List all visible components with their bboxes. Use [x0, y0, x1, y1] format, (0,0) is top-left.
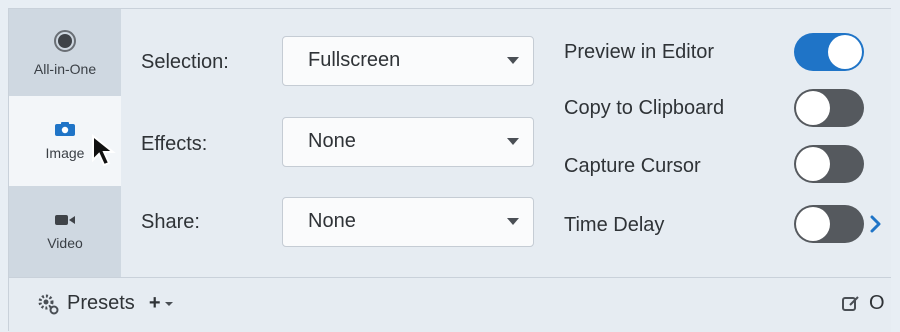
- effects-label: Effects:: [141, 133, 208, 155]
- time-delay-label: Time Delay: [564, 214, 665, 236]
- toggle-knob: [796, 207, 830, 241]
- record-icon: [54, 29, 76, 52]
- chevron-right-icon[interactable]: [869, 215, 883, 233]
- tab-label: Image: [45, 145, 85, 161]
- preview-in-editor-label: Preview in Editor: [564, 41, 715, 63]
- tab-video[interactable]: Video: [9, 186, 121, 277]
- selection-label: Selection:: [141, 51, 229, 73]
- chevron-down-icon: [507, 57, 519, 64]
- capture-cursor-label: Capture Cursor: [564, 155, 701, 177]
- tab-all-in-one[interactable]: All-in-One: [9, 9, 121, 96]
- share-label: Share:: [141, 211, 200, 233]
- video-camera-icon: [55, 214, 75, 225]
- capture-cursor-toggle[interactable]: [794, 145, 864, 183]
- copy-to-clipboard-toggle[interactable]: [794, 89, 864, 127]
- toggle-knob: [796, 147, 830, 181]
- footer-right-text: O: [869, 292, 885, 314]
- mouse-pointer-icon: [92, 134, 116, 167]
- presets-label: Presets: [67, 292, 135, 314]
- gear-icon: [38, 294, 59, 314]
- time-delay-toggle[interactable]: [794, 205, 864, 243]
- tab-label: All-in-One: [33, 60, 97, 77]
- chevron-down-icon: [507, 138, 519, 145]
- share-value: None: [308, 210, 356, 232]
- tab-label: Video: [47, 234, 83, 251]
- toggle-knob: [828, 35, 862, 69]
- add-preset-button[interactable]: +: [149, 292, 161, 315]
- share-dropdown[interactable]: None: [282, 197, 534, 247]
- footer-bar: Presets + O: [9, 277, 891, 332]
- edit-icon[interactable]: [841, 294, 861, 314]
- effects-value: None: [308, 130, 356, 152]
- selection-dropdown[interactable]: Fullscreen: [282, 36, 534, 86]
- camera-icon: [55, 122, 75, 136]
- toggle-knob: [796, 91, 830, 125]
- presets-control[interactable]: Presets +: [37, 292, 174, 315]
- chevron-down-icon[interactable]: [164, 300, 174, 308]
- copy-to-clipboard-label: Copy to Clipboard: [564, 97, 725, 119]
- capture-panel: All-in-One Image Video Selection: Fullsc…: [8, 8, 891, 332]
- chevron-down-icon: [507, 218, 519, 225]
- preview-in-editor-toggle[interactable]: [794, 33, 864, 71]
- effects-dropdown[interactable]: None: [282, 117, 534, 167]
- selection-value: Fullscreen: [308, 49, 401, 71]
